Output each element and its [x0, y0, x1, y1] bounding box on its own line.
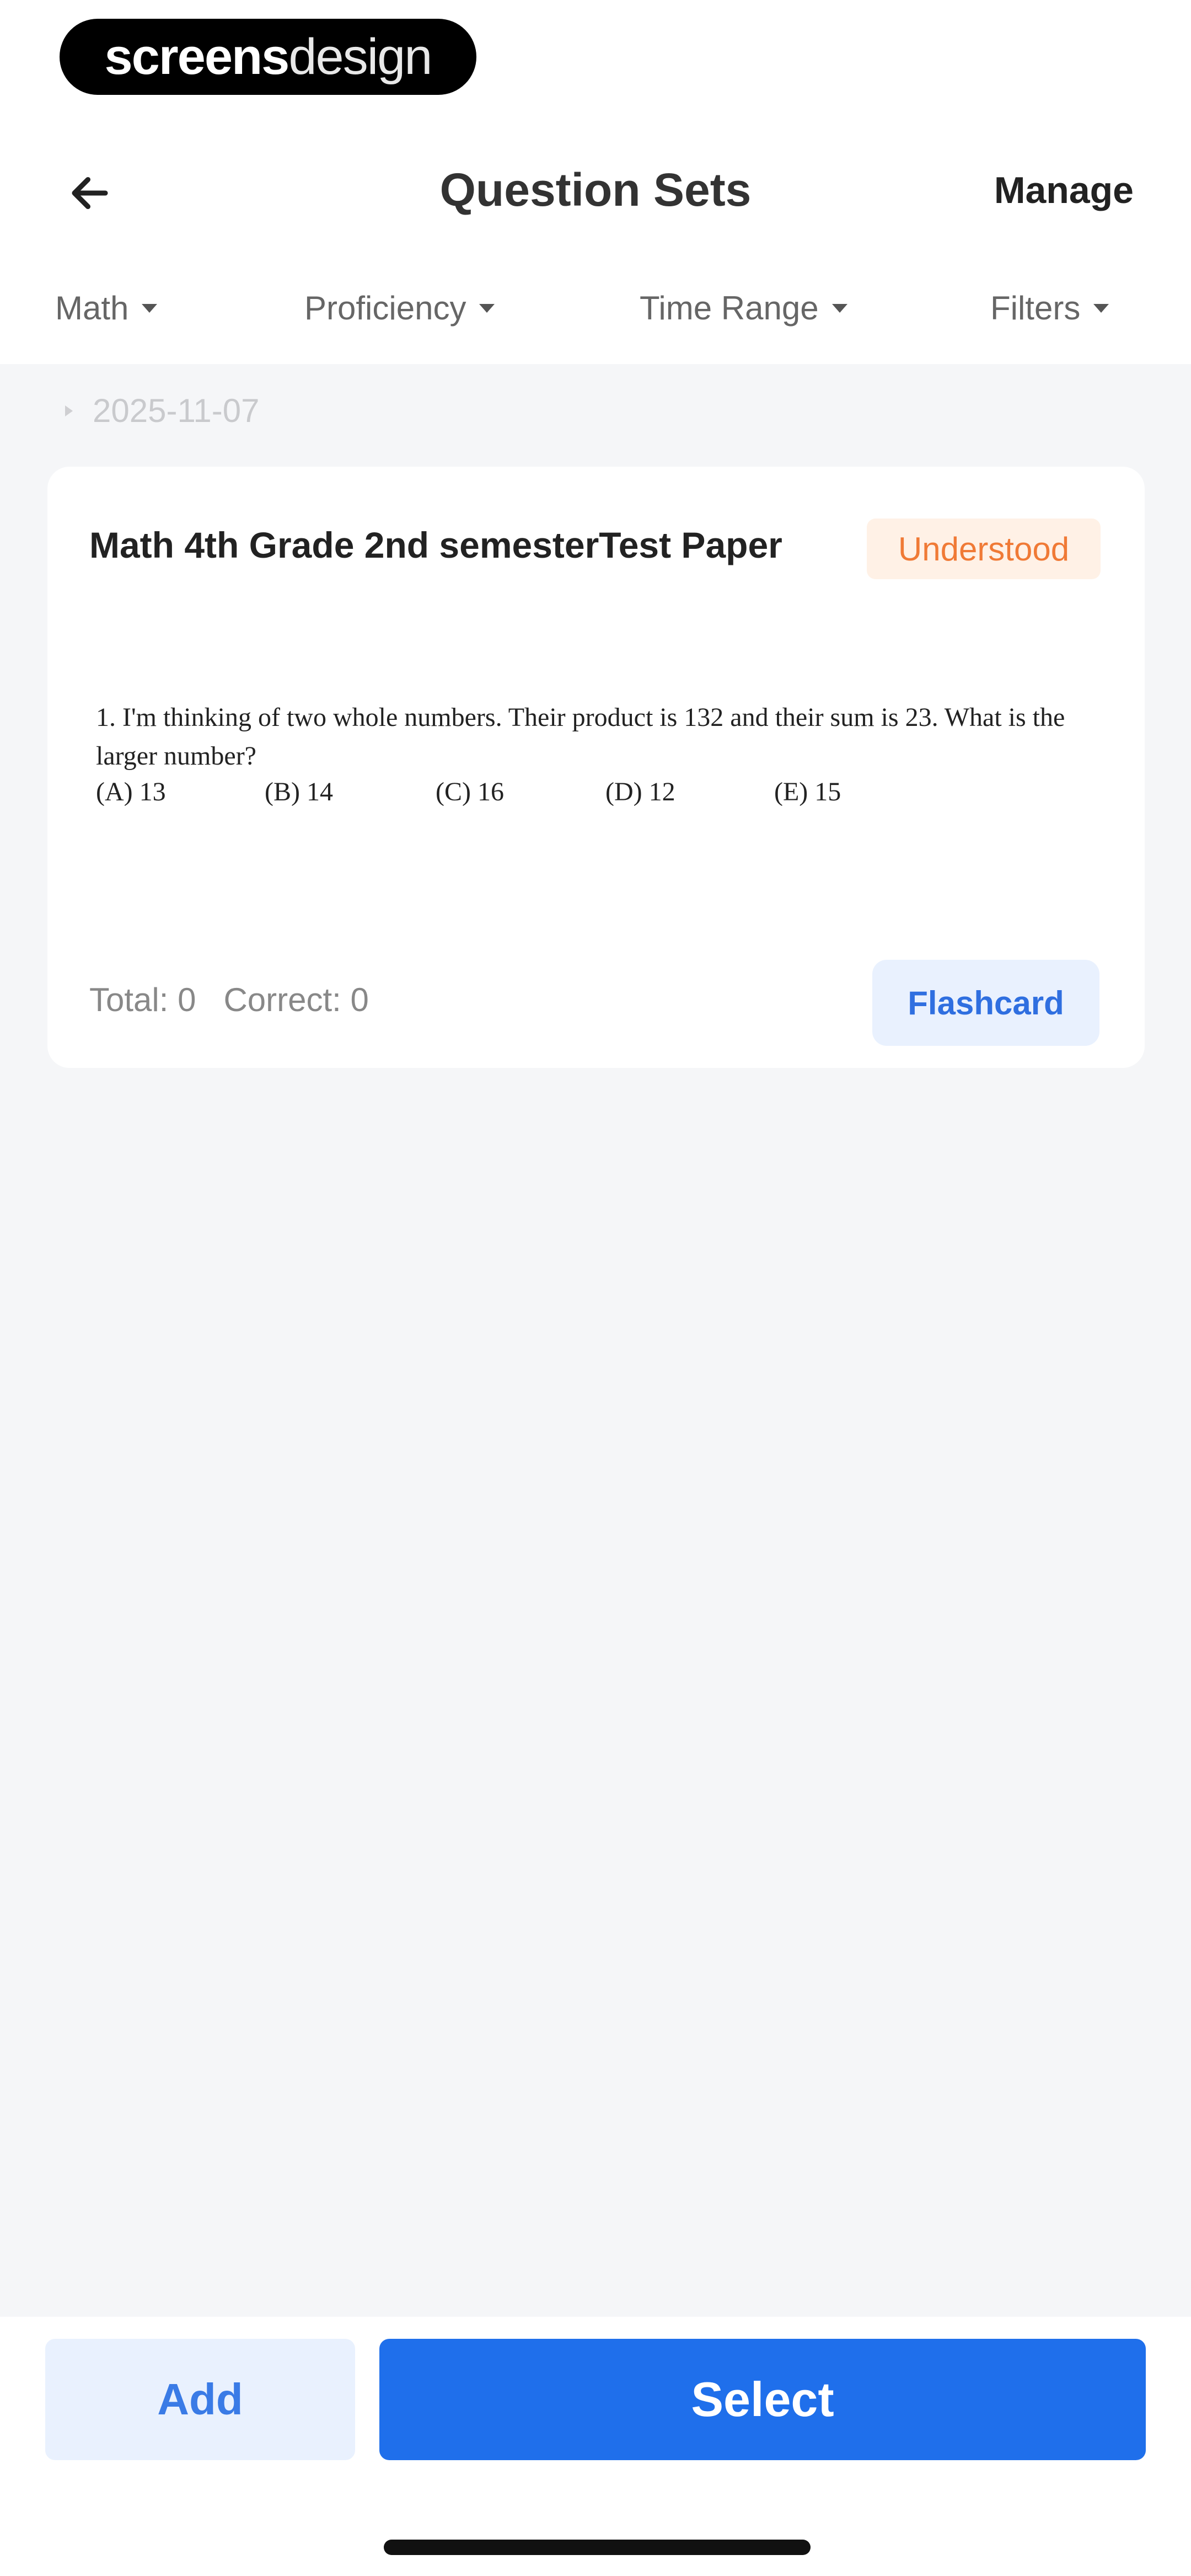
answer-option: (D) 12 — [605, 777, 675, 806]
filter-more-dropdown[interactable]: Filters — [990, 289, 1109, 327]
bottom-action-bar: Add Select — [0, 2317, 1191, 2576]
logo-text-bold: screens — [104, 28, 290, 85]
filter-proficiency-dropdown[interactable]: Proficiency — [304, 289, 495, 327]
filter-label: Time Range — [640, 290, 819, 327]
filter-label: Filters — [990, 290, 1081, 327]
filter-subject-dropdown[interactable]: Math — [55, 289, 158, 327]
caret-down-icon — [1093, 303, 1109, 313]
logo-text-light: design — [288, 28, 432, 85]
filter-time-range-dropdown[interactable]: Time Range — [640, 289, 847, 327]
caret-down-icon — [831, 303, 847, 313]
date-label: 2025-11-07 — [93, 392, 260, 429]
screensdesign-logo: screens design — [60, 19, 476, 95]
date-group-header[interactable]: 2025-11-07 — [65, 392, 259, 430]
select-button[interactable]: Select — [379, 2339, 1146, 2460]
top-header-area: screens design Question Sets Manage Math … — [0, 0, 1191, 364]
caret-down-icon — [479, 303, 495, 313]
answer-option: (B) 14 — [265, 777, 333, 806]
caret-down-icon — [142, 303, 158, 313]
question-set-title: Math 4th Grade 2nd semesterTest Paper — [89, 525, 782, 565]
answer-option: (C) 16 — [436, 777, 504, 806]
status-badge: Understood — [867, 519, 1101, 579]
question-preview-text: 1. I'm thinking of two whole numbers. Th… — [96, 703, 1065, 771]
answer-option: (E) 15 — [774, 777, 841, 806]
home-indicator[interactable] — [384, 2540, 811, 2555]
answer-option: (A) 13 — [96, 777, 166, 806]
filter-label: Math — [55, 290, 129, 327]
add-button[interactable]: Add — [45, 2339, 355, 2460]
collapse-triangle-icon — [65, 405, 73, 416]
filter-label: Proficiency — [304, 290, 466, 327]
total-count: Total: 0 — [89, 981, 196, 1018]
question-set-card[interactable]: Math 4th Grade 2nd semesterTest Paper Un… — [47, 467, 1145, 1068]
card-stats: Total: 0 Correct: 0 — [89, 981, 369, 1019]
filter-bar: Math Proficiency Time Range Filters — [0, 281, 1191, 336]
correct-count: Correct: 0 — [223, 981, 369, 1018]
manage-button[interactable]: Manage — [994, 169, 1134, 212]
flashcard-button[interactable]: Flashcard — [872, 960, 1099, 1046]
